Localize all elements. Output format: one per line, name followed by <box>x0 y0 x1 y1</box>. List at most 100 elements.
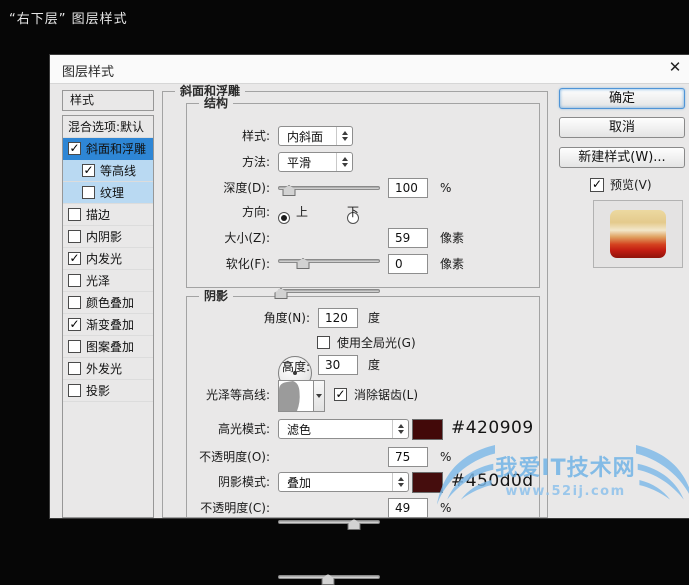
direction-up-radio[interactable] <box>278 212 290 224</box>
style-list-item-10[interactable]: 图案叠加 <box>63 336 153 358</box>
styles-list: 混合选项:默认 ✓ 斜面和浮雕 ✓ 等高线 纹理 描边 内阴影 ✓ 内发光 光泽 颜色叠加 ✓ 渐变叠加图… <box>62 115 154 518</box>
shadow-color-swatch[interactable] <box>412 472 443 493</box>
highlight-hex-annotation: #420909 <box>451 418 534 438</box>
style-item-checkbox[interactable] <box>82 186 95 199</box>
preview-thumbnail-box <box>593 200 683 268</box>
style-item-checkbox[interactable] <box>68 274 81 287</box>
depth-label: 深度(D): <box>223 181 270 195</box>
technique-dropdown-value: 平滑 <box>287 155 312 170</box>
style-list-item-2[interactable]: ✓ 等高线 <box>63 160 153 182</box>
shadow-opacity-slider[interactable] <box>278 574 380 585</box>
style-list-item-3[interactable]: 纹理 <box>63 182 153 204</box>
style-item-checkbox[interactable] <box>68 296 81 309</box>
size-label: 大小(Z): <box>224 231 270 245</box>
style-item-label: 混合选项:默认 <box>68 120 145 134</box>
style-list-item-12[interactable]: 投影 <box>63 380 153 402</box>
depth-input[interactable]: 100 <box>388 178 428 198</box>
depth-slider[interactable] <box>278 185 380 196</box>
technique-dropdown[interactable]: 平滑 <box>278 152 353 172</box>
styles-panel-header: 样式 <box>62 90 154 111</box>
soften-unit: 像素 <box>440 257 465 271</box>
shadow-opacity-input[interactable]: 49 <box>388 498 428 518</box>
style-list-item-4[interactable]: 描边 <box>63 204 153 226</box>
preview-checkbox[interactable]: ✓ <box>590 178 604 192</box>
style-list-item-8[interactable]: 颜色叠加 <box>63 292 153 314</box>
soften-slider[interactable] <box>274 288 380 299</box>
style-item-label: 图案叠加 <box>86 340 135 354</box>
shadow-opacity-label: 不透明度(C): <box>200 501 270 515</box>
altitude-input[interactable]: 30 <box>318 355 358 375</box>
style-list-item-7[interactable]: 光泽 <box>63 270 153 292</box>
highlight-opacity-label: 不透明度(O): <box>199 450 270 464</box>
style-item-label: 等高线 <box>100 164 137 178</box>
style-item-checkbox[interactable]: ✓ <box>68 142 81 155</box>
shadow-hex-annotation: #450d0d <box>451 471 534 491</box>
layer-preview-image <box>610 210 666 258</box>
style-item-label: 渐变叠加 <box>86 318 135 332</box>
contour-curve-icon <box>279 381 300 411</box>
style-list-item-1[interactable]: ✓ 斜面和浮雕 <box>63 138 153 160</box>
highlight-opacity-slider[interactable] <box>278 519 380 530</box>
style-item-checkbox[interactable] <box>68 384 81 397</box>
layer-style-dialog: 图层样式 ✕ 样式 混合选项:默认 ✓ 斜面和浮雕 ✓ 等高线 纹理 描边 内阴影 ✓ 内发光 光泽… <box>50 55 689 585</box>
soften-label: 软化(F): <box>225 257 270 271</box>
size-unit: 像素 <box>440 231 465 245</box>
style-item-checkbox[interactable] <box>68 340 81 353</box>
cancel-button[interactable]: 取消 <box>559 117 685 138</box>
gloss-contour-label: 光泽等高线: <box>205 388 270 402</box>
new-style-button[interactable]: 新建样式(W)... <box>559 147 685 168</box>
highlight-color-swatch[interactable] <box>412 419 443 440</box>
style-list-item-11[interactable]: 外发光 <box>63 358 153 380</box>
shadow-opacity-slider-thumb[interactable] <box>321 574 335 585</box>
style-item-checkbox[interactable]: ✓ <box>68 318 81 331</box>
style-list-item-6[interactable]: ✓ 内发光 <box>63 248 153 270</box>
shading-group-title: 阴影 <box>199 289 234 304</box>
soften-input[interactable]: 0 <box>388 254 428 274</box>
ok-button[interactable]: 确定 <box>559 88 685 109</box>
global-light-checkbox[interactable] <box>317 336 330 349</box>
updown-arrows-icon <box>336 127 352 145</box>
highlight-mode-dropdown[interactable]: 滤色 <box>278 419 409 439</box>
style-dropdown[interactable]: 内斜面 <box>278 126 353 146</box>
technique-label: 方法: <box>241 155 270 169</box>
highlight-mode-label: 高光模式: <box>217 422 270 436</box>
style-item-label: 投影 <box>86 384 111 398</box>
style-item-label: 纹理 <box>100 186 125 200</box>
shadow-mode-dropdown[interactable]: 叠加 <box>278 472 409 492</box>
style-list-item-0[interactable]: 混合选项:默认 <box>63 116 153 138</box>
highlight-opacity-input[interactable]: 75 <box>388 447 428 467</box>
anti-alias-checkbox[interactable]: ✓ <box>334 388 347 401</box>
gloss-contour-dropdown-arrow[interactable] <box>314 380 325 412</box>
shadow-mode-value: 叠加 <box>287 475 312 490</box>
size-slider-thumb[interactable] <box>296 258 310 269</box>
dialog-titlebar: 图层样式 ✕ <box>50 55 689 84</box>
style-item-label: 描边 <box>86 208 111 222</box>
highlight-opacity-slider-thumb[interactable] <box>347 519 361 530</box>
depth-slider-thumb[interactable] <box>282 185 296 196</box>
style-item-checkbox[interactable]: ✓ <box>68 252 81 265</box>
altitude-label: 高度: <box>281 360 310 374</box>
size-slider[interactable] <box>278 258 380 269</box>
size-input[interactable]: 59 <box>388 228 428 248</box>
style-item-checkbox[interactable] <box>68 230 81 243</box>
shadow-opacity-unit: % <box>440 501 452 515</box>
direction-down-label: 下 <box>347 205 360 219</box>
preview-label: 预览(V) <box>610 178 652 192</box>
style-item-checkbox[interactable]: ✓ <box>82 164 95 177</box>
gloss-contour-thumbnail[interactable] <box>278 380 314 412</box>
updown-arrows-icon <box>392 473 408 491</box>
style-list-item-9[interactable]: ✓ 渐变叠加 <box>63 314 153 336</box>
angle-input[interactable]: 120 <box>318 308 358 328</box>
depth-unit: % <box>440 181 452 195</box>
close-icon[interactable]: ✕ <box>666 58 684 76</box>
style-list-item-5[interactable]: 内阴影 <box>63 226 153 248</box>
style-item-checkbox[interactable] <box>68 362 81 375</box>
style-item-label: 内阴影 <box>86 230 123 244</box>
anti-alias-label: 消除锯齿(L) <box>354 388 419 402</box>
global-light-label: 使用全局光(G) <box>337 336 416 350</box>
highlight-mode-value: 滤色 <box>287 422 312 437</box>
updown-arrows-icon <box>336 153 352 171</box>
window-caption: “右下层” 图层样式 <box>9 12 128 27</box>
style-item-checkbox[interactable] <box>68 208 81 221</box>
updown-arrows-icon <box>392 420 408 438</box>
